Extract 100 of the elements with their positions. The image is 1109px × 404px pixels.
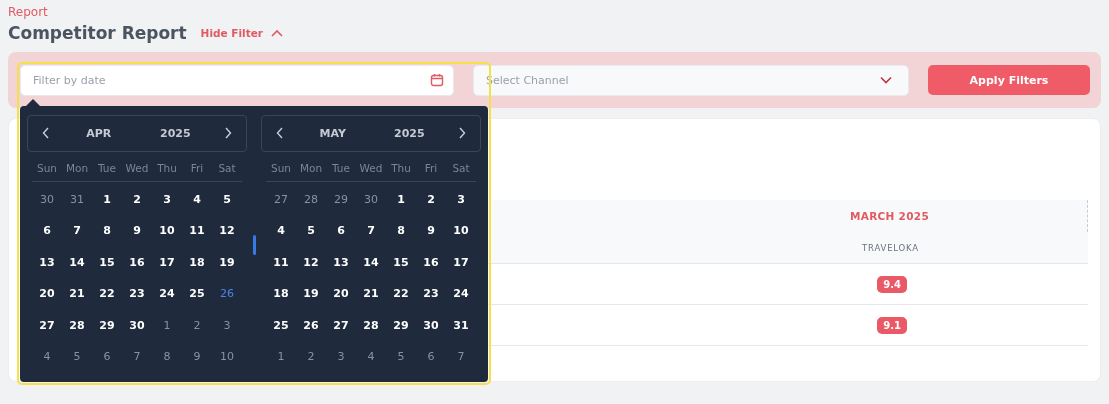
calendar-day[interactable]: 13 <box>32 246 62 279</box>
calendar-day[interactable]: 28 <box>62 309 92 342</box>
year-label[interactable]: 2025 <box>379 126 440 140</box>
calendar-day[interactable]: 8 <box>386 215 416 247</box>
calendar-day[interactable]: 14 <box>62 246 92 279</box>
calendar-day[interactable]: 12 <box>212 215 242 247</box>
calendar-day[interactable]: 19 <box>296 278 326 310</box>
calendar-day[interactable]: 10 <box>212 341 242 374</box>
month-label[interactable]: MAY <box>302 126 363 140</box>
calendar-day[interactable]: 31 <box>62 183 92 216</box>
calendar-day[interactable]: 30 <box>122 309 152 342</box>
calendar-day[interactable]: 1 <box>92 183 122 216</box>
calendar-day[interactable]: 24 <box>152 278 182 310</box>
calendar-day[interactable]: 9 <box>416 215 446 247</box>
calendar-day[interactable]: 14 <box>356 246 386 279</box>
month-group-header: MARCH 2025 <box>848 210 930 222</box>
calendar-day[interactable]: 22 <box>92 278 122 310</box>
calendar-day[interactable]: 4 <box>32 341 62 374</box>
calendar-day[interactable]: 5 <box>62 341 92 374</box>
calendar-day[interactable]: 4 <box>266 215 296 247</box>
calendar-day[interactable]: 12 <box>296 246 326 279</box>
calendar-day[interactable]: 24 <box>446 278 476 310</box>
calendar-day[interactable]: 23 <box>416 278 446 310</box>
calendar-day[interactable]: 13 <box>326 246 356 279</box>
calendar-day[interactable]: 10 <box>152 215 182 247</box>
calendar-day[interactable]: 17 <box>446 246 476 279</box>
calendar-day[interactable]: 4 <box>356 341 386 374</box>
calendar-day[interactable]: 7 <box>62 215 92 247</box>
calendar-day[interactable]: 7 <box>122 341 152 374</box>
calendar-day[interactable]: 16 <box>416 246 446 279</box>
calendar-day[interactable]: 19 <box>212 246 242 279</box>
calendar-day[interactable]: 18 <box>182 246 212 279</box>
calendar-day[interactable]: 6 <box>416 341 446 374</box>
calendar-day[interactable]: 25 <box>266 309 296 342</box>
calendar-day[interactable]: 7 <box>356 215 386 247</box>
calendar-day[interactable]: 22 <box>386 278 416 310</box>
calendar-day[interactable]: 1 <box>152 309 182 342</box>
weekday-label: Sun <box>270 160 292 176</box>
calendar-day[interactable]: 27 <box>32 309 62 342</box>
calendar-day[interactable]: 15 <box>386 246 416 279</box>
calendar-day[interactable]: 26 <box>296 309 326 342</box>
calendar-day[interactable]: 9 <box>122 215 152 247</box>
calendar-day[interactable]: 21 <box>62 278 92 310</box>
calendar-day[interactable]: 9 <box>182 341 212 374</box>
score-badge: 9.4 <box>877 275 907 293</box>
calendar-day[interactable]: 7 <box>446 341 476 374</box>
calendar-day[interactable]: 27 <box>326 309 356 342</box>
calendar-day[interactable]: 20 <box>32 278 62 310</box>
calendar-day[interactable]: 2 <box>416 183 446 216</box>
calendar-day[interactable]: 2 <box>122 183 152 216</box>
weekday-label: Wed <box>358 160 384 176</box>
calendar-day[interactable]: 1 <box>386 183 416 216</box>
calendar-day[interactable]: 4 <box>182 183 212 216</box>
calendar-day[interactable]: 6 <box>326 215 356 247</box>
calendar-day[interactable]: 5 <box>296 215 326 247</box>
calendar-day[interactable]: 2 <box>182 309 212 342</box>
calendar-day[interactable]: 10 <box>446 215 476 247</box>
calendar-day[interactable]: 17 <box>152 246 182 279</box>
weekday-label: Fri <box>423 160 439 176</box>
weekday-label: Fri <box>189 160 205 176</box>
calendar-day[interactable]: 3 <box>326 341 356 374</box>
calendar-day[interactable]: 15 <box>92 246 122 279</box>
calendar-day[interactable]: 30 <box>416 309 446 342</box>
calendar-day[interactable]: 29 <box>92 309 122 342</box>
calendar-day[interactable]: 8 <box>92 215 122 247</box>
weekday-label: Sat <box>451 160 471 176</box>
calendar-day[interactable]: 23 <box>122 278 152 310</box>
calendar-day[interactable]: 3 <box>446 183 476 216</box>
calendar-day[interactable]: 11 <box>266 246 296 279</box>
calendar-day[interactable]: 28 <box>296 183 326 216</box>
calendar-day[interactable]: 18 <box>266 278 296 310</box>
calendar-day[interactable]: 11 <box>182 215 212 247</box>
date-filter-field[interactable]: Filter by date <box>20 64 454 96</box>
calendar-day[interactable]: 29 <box>326 183 356 216</box>
year-label[interactable]: 2025 <box>145 126 206 140</box>
calendar-day[interactable]: 28 <box>356 309 386 342</box>
weekday-label: Sat <box>217 160 237 176</box>
calendar-day[interactable]: 31 <box>446 309 476 342</box>
calendar-icon <box>430 72 444 87</box>
calendar-day[interactable]: 6 <box>32 215 62 247</box>
weekday-label: Tue <box>97 160 117 176</box>
calendar-day[interactable]: 2 <box>296 341 326 374</box>
month-label[interactable]: APR <box>68 126 129 140</box>
calendar-day[interactable]: 3 <box>212 309 242 342</box>
calendar-day[interactable]: 8 <box>152 341 182 374</box>
calendar-day[interactable]: 16 <box>122 246 152 279</box>
calendar-day[interactable]: 20 <box>326 278 356 310</box>
calendar-day[interactable]: 3 <box>152 183 182 216</box>
calendar-day[interactable]: 1 <box>266 341 296 374</box>
calendar-day[interactable]: 30 <box>32 183 62 216</box>
calendar-day[interactable]: 26 <box>212 278 242 310</box>
calendar-day[interactable]: 30 <box>356 183 386 216</box>
score-badge: 9.1 <box>877 316 907 334</box>
calendar-day[interactable]: 5 <box>212 183 242 216</box>
calendar-day[interactable]: 27 <box>266 183 296 216</box>
calendar-day[interactable]: 6 <box>92 341 122 374</box>
calendar-day[interactable]: 25 <box>182 278 212 310</box>
calendar-day[interactable]: 5 <box>386 341 416 374</box>
calendar-day[interactable]: 29 <box>386 309 416 342</box>
calendar-day[interactable]: 21 <box>356 278 386 310</box>
